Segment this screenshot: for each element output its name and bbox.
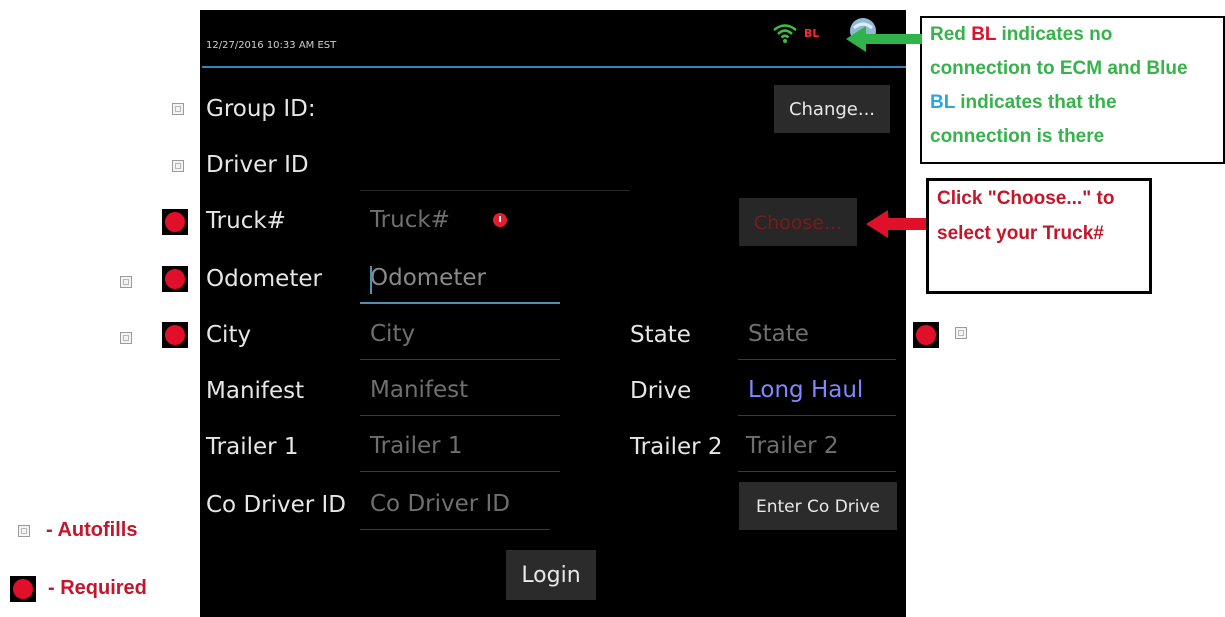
autofill-marker-state xyxy=(955,327,967,339)
text-cursor xyxy=(370,266,372,294)
device-screen: 12/27/2016 10:33 AM EST BL Group ID: Cha… xyxy=(200,10,906,617)
bl-status-indicator: BL xyxy=(804,27,820,40)
enter-codriver-button[interactable]: Enter Co Drive xyxy=(739,482,897,530)
wifi-icon xyxy=(773,24,797,43)
required-marker-state xyxy=(913,322,939,348)
login-button[interactable]: Login xyxy=(506,550,596,600)
state-label: State xyxy=(630,322,691,348)
change-button[interactable]: Change... xyxy=(774,85,890,133)
truck-input[interactable]: Truck# xyxy=(360,198,560,246)
manifest-input[interactable]: Manifest xyxy=(360,368,560,416)
bl-note-red-bl: BL xyxy=(971,24,997,45)
truck-label: Truck# xyxy=(206,208,286,234)
choose-annotation-note: Click "Choose..." to select your Truck# xyxy=(926,178,1152,294)
autofill-legend-label: - Autofills xyxy=(46,519,138,541)
odometer-input[interactable]: Odometer xyxy=(360,256,560,304)
trailer2-label: Trailer 2 xyxy=(630,434,723,460)
status-datetime: 12/27/2016 10:33 AM EST xyxy=(206,40,337,51)
city-label: City xyxy=(206,322,252,348)
required-legend-label: - Required xyxy=(48,577,147,599)
status-divider xyxy=(202,66,906,68)
bl-note-blue-bl: BL xyxy=(930,92,955,113)
required-marker-odometer xyxy=(162,266,188,292)
odometer-label: Odometer xyxy=(206,266,322,292)
autofill-marker-city xyxy=(120,332,132,344)
codriver-label: Co Driver ID xyxy=(206,492,347,518)
autofill-marker-group-id xyxy=(172,103,184,115)
state-input[interactable]: State xyxy=(738,312,896,360)
red-arrow-icon xyxy=(866,210,926,238)
manifest-label: Manifest xyxy=(206,378,305,404)
trailer1-input[interactable]: Trailer 1 xyxy=(360,424,560,472)
choose-button[interactable]: Choose... xyxy=(739,198,857,246)
bl-note-text: indicates that the connection is there xyxy=(930,92,1117,147)
autofill-marker-odometer xyxy=(120,276,132,288)
truck-required-icon xyxy=(493,213,507,227)
trailer2-input[interactable]: Trailer 2 xyxy=(738,424,896,472)
autofill-marker-driver-id xyxy=(172,160,184,172)
codriver-input[interactable]: Co Driver ID xyxy=(360,482,550,530)
city-input[interactable]: City xyxy=(360,312,560,360)
required-marker-truck xyxy=(162,209,188,235)
drive-select[interactable]: Long Haul xyxy=(738,368,896,416)
green-arrow-icon xyxy=(846,26,922,52)
driver-id-label: Driver ID xyxy=(206,152,309,178)
autofill-legend-icon xyxy=(18,525,30,537)
group-id-label: Group ID: xyxy=(206,96,316,122)
driver-id-underline xyxy=(360,190,630,191)
bl-annotation-note: Red BL indicates no connection to ECM an… xyxy=(920,16,1225,164)
drive-label: Drive xyxy=(630,378,692,404)
trailer1-label: Trailer 1 xyxy=(206,434,299,460)
required-legend-icon xyxy=(10,576,36,602)
required-marker-city xyxy=(162,322,188,348)
bl-note-text: Red xyxy=(930,24,972,45)
